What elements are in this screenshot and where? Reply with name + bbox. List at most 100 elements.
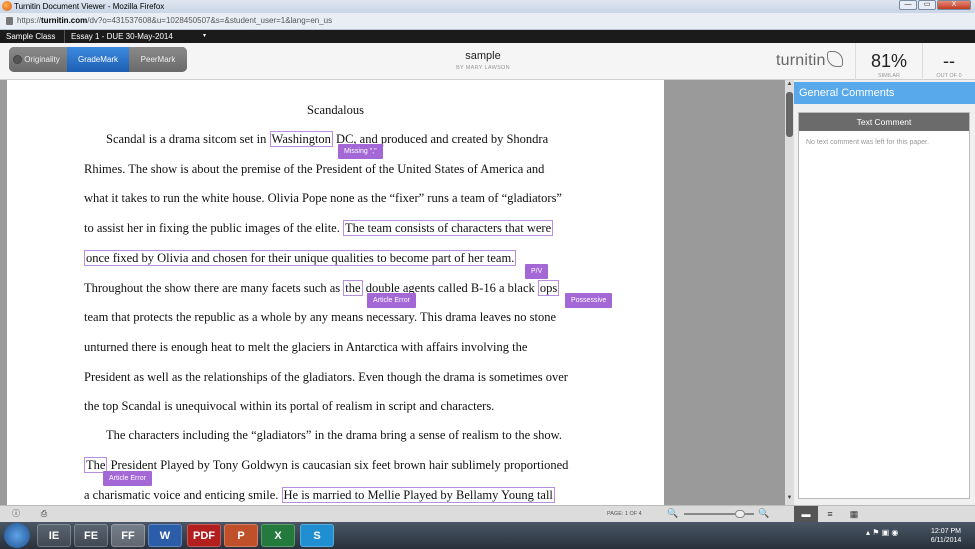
assignment-selector[interactable]: Essay 1 - DUE 30-May-2014 ▾ xyxy=(64,30,210,43)
tab-originality[interactable]: Originality xyxy=(9,47,67,72)
paper-line: President as well as the relationships o… xyxy=(84,370,568,384)
window-title: Turnitin Document Viewer - Mozilla Firef… xyxy=(14,2,165,11)
paper-line: a charismatic voice and enticing smile. … xyxy=(84,487,555,503)
windows-taskbar: IE FE FF W PDF P X S ▴ ⚑ ▣ ◉ 12:07 PM 6/… xyxy=(0,522,975,549)
highlight-married[interactable]: He is married to Mellie Played by Bellam… xyxy=(281,487,555,503)
firefox-icon xyxy=(2,1,12,11)
zoom-slider-handle[interactable] xyxy=(735,510,745,518)
paper-line: team that protects the republic as a who… xyxy=(84,310,557,324)
scrollbar-thumb[interactable] xyxy=(786,92,793,137)
clock[interactable]: 12:07 PM 6/11/2014 xyxy=(922,527,970,545)
line-text: Scandal is a drama sitcom set in xyxy=(106,132,270,146)
assignment-name: Essay 1 - DUE 30-May-2014 xyxy=(71,32,173,41)
paper-line: Throughout the show there are many facet… xyxy=(84,280,560,296)
highlight-once-fixed[interactable]: once fixed by Olivia and chosen for thei… xyxy=(84,250,517,266)
comment-tag-pv[interactable]: P/V xyxy=(525,264,549,279)
taskbar-app-icon[interactable]: W xyxy=(148,524,182,547)
paper-line: The characters including the “gladiators… xyxy=(106,428,562,442)
scroll-up-icon[interactable]: ▲ xyxy=(785,81,794,90)
paper-line: once fixed by Olivia and chosen for thei… xyxy=(84,250,517,266)
text-comment-header: Text Comment xyxy=(799,113,969,131)
zoom-slider[interactable] xyxy=(684,510,754,518)
tab-peermark-label: PeerMark xyxy=(140,55,176,64)
line-text: Throughout the show there are many facet… xyxy=(84,281,344,295)
line-text: to assist her in fixing the public image… xyxy=(84,221,343,235)
address-bar[interactable]: https://turnitin.com/dv?o=431537608&u=10… xyxy=(0,13,975,30)
comment-tag-article-error[interactable]: Article Error xyxy=(367,293,416,308)
clock-date: 6/11/2014 xyxy=(930,537,962,544)
highlight-washington[interactable]: Washington xyxy=(269,131,333,147)
paper-line: the top Scandal is unequivocal within it… xyxy=(84,399,495,413)
view-switcher: ▬ ≡ ▦ xyxy=(794,506,866,523)
turnitin-logo: turnitin xyxy=(776,51,843,70)
comments-panel: General Comments Text Comment No text co… xyxy=(794,80,975,505)
class-bar: Sample Class Essay 1 - DUE 30-May-2014 ▾ xyxy=(0,30,975,43)
page-indicator: PAGE: 1 OF 4 xyxy=(607,511,642,517)
paper-title: Scandalous xyxy=(307,103,364,117)
similarity-label: SIMILAR xyxy=(877,73,900,79)
taskbar-app-icon[interactable]: X xyxy=(261,524,295,547)
system-tray[interactable]: ▴ ⚑ ▣ ◉ xyxy=(866,528,898,537)
start-button[interactable] xyxy=(4,523,30,548)
tab-grademark-label: GradeMark xyxy=(77,55,118,64)
tab-grademark[interactable]: GradeMark xyxy=(67,47,129,72)
document-scrollbar[interactable]: ▲ ▼ xyxy=(785,80,794,505)
comment-tag-possessive[interactable]: Possessive xyxy=(565,293,613,308)
empty-comment-text: No text comment was left for this paper. xyxy=(806,139,929,146)
tab-originality-label: Originality xyxy=(24,55,60,64)
class-name[interactable]: Sample Class xyxy=(6,30,55,43)
paper-line: what it takes to run the white house. Ol… xyxy=(84,191,562,205)
highlight-team-consists[interactable]: The team consists of characters that wer… xyxy=(342,220,554,236)
zoom-out-icon[interactable]: 🔍 xyxy=(667,508,678,519)
logo-text: turnitin xyxy=(776,52,826,69)
viewer-header: Originality GradeMark PeerMark sample BY… xyxy=(0,43,975,80)
taskbar-app-icon[interactable]: IE xyxy=(37,524,71,547)
comment-tag-article-error[interactable]: Article Error xyxy=(103,471,152,486)
highlight-the[interactable]: the xyxy=(343,280,363,296)
info-icon[interactable]: ⓘ xyxy=(7,508,25,520)
text-comment-box[interactable]: Text Comment No text comment was left fo… xyxy=(798,112,970,499)
zoom-in-icon[interactable]: 🔍 xyxy=(758,508,769,519)
tab-peermark[interactable]: PeerMark xyxy=(129,47,187,72)
scroll-down-icon[interactable]: ▼ xyxy=(785,495,794,504)
viewer-main: Scandalous Scandal is a drama sitcom set… xyxy=(0,80,975,505)
paper-line: The President Played by Tony Goldwyn is … xyxy=(84,457,569,473)
comment-tag-missing-comma[interactable]: Missing "," xyxy=(338,144,383,159)
list-view-icon[interactable]: ≡ xyxy=(818,506,842,523)
comments-view-icon[interactable]: ▬ xyxy=(794,506,818,523)
minimize-button[interactable]: — xyxy=(899,0,917,10)
close-button[interactable]: X xyxy=(937,0,971,10)
paper-line: Rhimes. The show is about the premise of… xyxy=(84,162,545,176)
document-page[interactable]: Scandalous Scandal is a drama sitcom set… xyxy=(7,80,664,505)
document-author: BY MARY LAWSON xyxy=(456,65,510,71)
url-host: turnitin.com xyxy=(41,16,88,25)
url-path: /dv?o=431537608&u=1028450507&s=&student_… xyxy=(87,16,333,25)
taskbar-app-icon[interactable]: S xyxy=(300,524,334,547)
grade-value: -- xyxy=(943,51,955,71)
url-text[interactable]: https://turnitin.com/dv?o=431537608&u=10… xyxy=(17,16,332,26)
print-icon[interactable]: ⎙ xyxy=(35,508,53,520)
grid-view-icon[interactable]: ▦ xyxy=(842,506,866,523)
taskbar-app-icon[interactable]: P xyxy=(224,524,258,547)
document-title: sample xyxy=(465,50,501,62)
toggle-knob-icon xyxy=(13,55,22,64)
paper-line: unturned there is enough heat to melt th… xyxy=(84,340,528,354)
lock-icon xyxy=(6,17,13,25)
general-comments-header[interactable]: General Comments xyxy=(794,82,975,104)
taskbar-app-icon[interactable]: FE xyxy=(74,524,108,547)
mode-switcher: Originality GradeMark PeerMark xyxy=(9,47,187,72)
grade-score[interactable]: -- OUT OF 0 xyxy=(922,43,975,80)
similarity-score[interactable]: 81% SIMILAR xyxy=(855,43,922,80)
highlight-ops[interactable]: ops xyxy=(537,280,560,296)
similarity-value: 81% xyxy=(870,51,908,71)
line-text: President Played by Tony Goldwyn is cauc… xyxy=(107,458,569,472)
grade-label: OUT OF 0 xyxy=(936,73,962,79)
zoom-control: 🔍 🔍 xyxy=(667,508,772,520)
chevron-down-icon: ▾ xyxy=(202,33,206,39)
turnitin-mark-icon xyxy=(826,51,843,67)
clock-time: 12:07 PM xyxy=(931,528,961,535)
taskbar-app-icon[interactable]: FF xyxy=(111,524,145,547)
maximize-button[interactable]: ▭ xyxy=(918,0,936,10)
paper-line: to assist her in fixing the public image… xyxy=(84,220,554,236)
taskbar-app-icon[interactable]: PDF xyxy=(187,524,221,547)
